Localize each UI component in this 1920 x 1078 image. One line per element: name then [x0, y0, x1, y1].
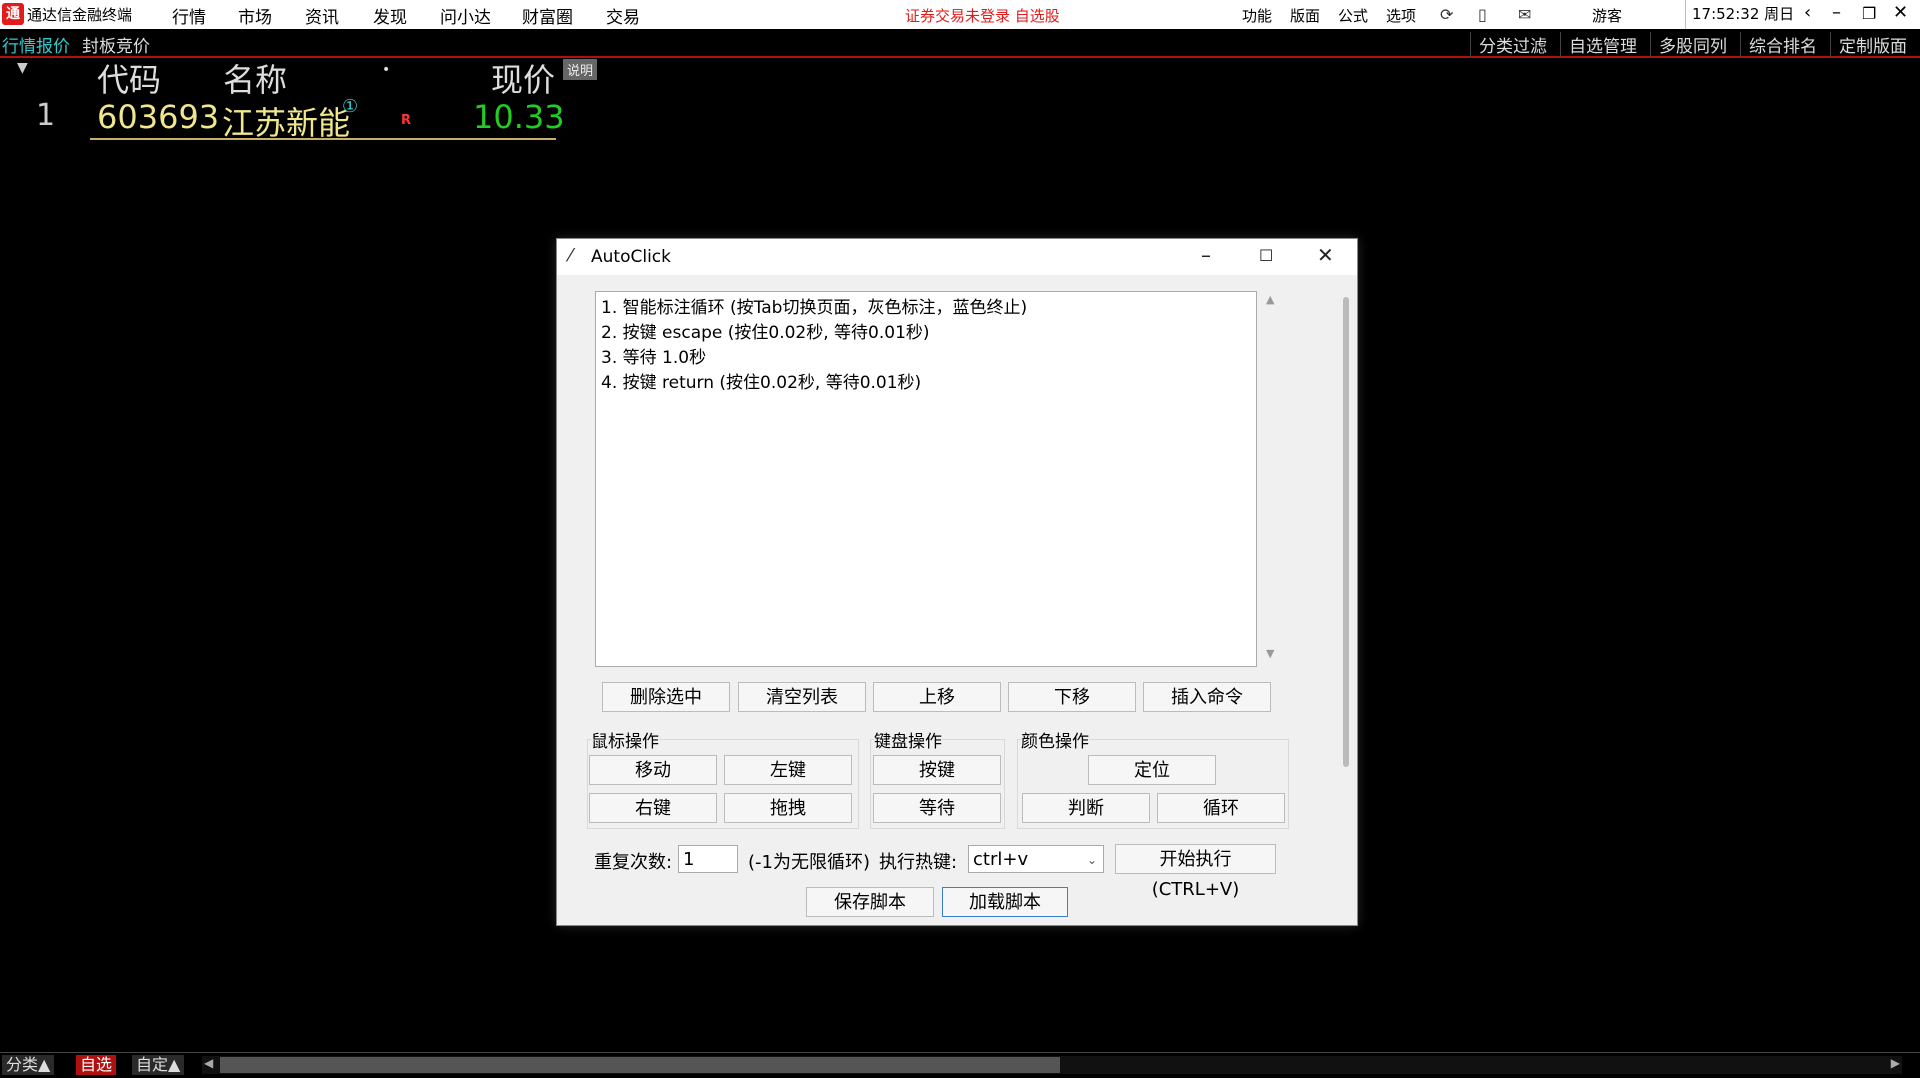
scroll-right-icon[interactable]: ▶: [1891, 1056, 1900, 1070]
dialog-maximize-icon[interactable]: ☐: [1259, 246, 1273, 265]
delete-selected-button[interactable]: 删除选中: [602, 682, 730, 712]
stock-marker: ①: [342, 96, 359, 117]
dialog-title: AutoClick: [591, 247, 671, 267]
tab-ranking[interactable]: 综合排名: [1740, 32, 1825, 57]
scroll-left-icon[interactable]: ◀: [204, 1056, 213, 1070]
clock: 17:52:32 周日: [1685, 0, 1794, 29]
dialog-minimize-icon[interactable]: –: [1201, 243, 1211, 267]
tab-watchlist[interactable]: 自选: [76, 1055, 117, 1075]
minimize-icon[interactable]: –: [1832, 2, 1841, 23]
scroll-thumb[interactable]: [220, 1057, 1060, 1073]
tab-quote[interactable]: 行情报价: [2, 32, 70, 57]
horizontal-scrollbar[interactable]: ◀ ▶: [202, 1056, 1902, 1074]
command-item[interactable]: 4. 按键 return (按住0.02秒, 等待0.01秒): [601, 368, 921, 393]
move-up-button[interactable]: 上移: [873, 682, 1001, 712]
dialog-close-icon[interactable]: ✕: [1317, 243, 1334, 267]
sort-dropdown-icon[interactable]: ▼: [17, 60, 28, 76]
scroll-down-icon[interactable]: ▼: [1266, 647, 1274, 660]
refresh-icon[interactable]: ⟳: [1440, 5, 1453, 24]
menu-zixun[interactable]: 资讯: [305, 3, 339, 28]
keypress-button[interactable]: 按键: [873, 755, 1001, 785]
menu-caifuquan[interactable]: 财富圈: [522, 3, 573, 28]
tab-category[interactable]: 分类▲: [2, 1055, 55, 1075]
command-list[interactable]: 1. 智能标注循环 (按Tab切换页面，灰色标注，蓝色终止) 2. 按键 esc…: [595, 291, 1257, 667]
hotkey-label: 执行热键:: [879, 852, 958, 873]
mouse-group-label: 鼠标操作: [591, 727, 659, 752]
locate-button[interactable]: 定位: [1088, 755, 1216, 785]
restore-icon[interactable]: ❐: [1862, 4, 1876, 23]
menu-gongshi[interactable]: 公式: [1338, 5, 1368, 26]
explain-badge[interactable]: 说明: [563, 59, 598, 80]
app-title: 通达信金融终端: [27, 6, 133, 24]
judge-button[interactable]: 判断: [1022, 793, 1150, 823]
wait-button[interactable]: 等待: [873, 793, 1001, 823]
tab-custom[interactable]: 自定▲: [132, 1055, 185, 1075]
scroll-up-icon[interactable]: ▲: [1266, 293, 1274, 306]
load-script-button[interactable]: 加载脚本: [942, 887, 1068, 917]
save-script-button[interactable]: 保存脚本: [806, 887, 934, 917]
command-item[interactable]: 2. 按键 escape (按住0.02秒, 等待0.01秒): [601, 318, 930, 343]
row-index: 1: [36, 98, 56, 133]
tab-multi-stock[interactable]: 多股同列: [1650, 32, 1735, 57]
stock-flag: R: [401, 113, 412, 128]
trade-login-status[interactable]: 证券交易未登录 自选股: [905, 5, 1060, 26]
tab-category-filter[interactable]: 分类过滤: [1470, 32, 1555, 57]
menu-shichang[interactable]: 市场: [238, 3, 272, 28]
tab-watchlist-manage[interactable]: 自选管理: [1560, 32, 1645, 57]
header-dot: •: [382, 62, 391, 78]
user-name[interactable]: 游客: [1592, 5, 1622, 26]
autoclick-dialog: ⁄ AutoClick – ☐ ✕ 1. 智能标注循环 (按Tab切换页面，灰色…: [556, 238, 1358, 926]
view-tab-bar: 行情报价 封板竞价 分类过滤 自选管理 多股同列 综合排名 定制版面: [0, 29, 1920, 58]
right-click-button[interactable]: 右键: [589, 793, 717, 823]
close-icon[interactable]: ✕: [1893, 2, 1908, 23]
command-list-scrollbar[interactable]: ▲ ▼: [1263, 291, 1281, 665]
clear-list-button[interactable]: 清空列表: [738, 682, 866, 712]
keyboard-group-label: 键盘操作: [874, 727, 942, 752]
command-item[interactable]: 1. 智能标注循环 (按Tab切换页面，灰色标注，蓝色终止): [601, 293, 1027, 318]
dialog-titlebar[interactable]: ⁄ AutoClick – ☐ ✕: [557, 239, 1357, 275]
menu-faxian[interactable]: 发现: [373, 3, 407, 28]
header-price[interactable]: 现价: [491, 55, 555, 101]
dialog-scrollbar[interactable]: [1343, 297, 1349, 767]
start-execution-button[interactable]: 开始执行(CTRL+V): [1115, 844, 1276, 900]
menu-gongneng[interactable]: 功能: [1242, 5, 1272, 26]
repeat-count-input[interactable]: 1: [678, 845, 738, 873]
color-group-label: 颜色操作: [1021, 727, 1089, 752]
tab-custom-layout[interactable]: 定制版面: [1830, 32, 1915, 57]
repeat-hint: (-1为无限循环): [748, 852, 870, 873]
insert-command-button[interactable]: 插入命令: [1143, 682, 1271, 712]
hotkey-select[interactable]: ctrl+v ⌄: [968, 845, 1104, 873]
phone-icon[interactable]: ▯: [1478, 5, 1487, 24]
hotkey-value: ctrl+v: [973, 849, 1029, 870]
menu-hangqing[interactable]: 行情: [172, 3, 206, 28]
menu-wenxiaoda[interactable]: 问小达: [440, 3, 491, 28]
command-item[interactable]: 3. 等待 1.0秒: [601, 343, 706, 368]
back-icon[interactable]: ‹: [1804, 2, 1811, 23]
stock-price: 10.33: [473, 98, 565, 136]
title-bar: 通 通达信金融终端 行情 市场 资讯 发现 问小达 财富圈 交易 证券交易未登录…: [0, 0, 1920, 29]
menu-banmian[interactable]: 版面: [1290, 5, 1320, 26]
left-click-button[interactable]: 左键: [724, 755, 852, 785]
feather-icon: ⁄: [569, 245, 573, 266]
mouse-move-button[interactable]: 移动: [589, 755, 717, 785]
bottom-tab-bar: 分类▲ 自选 自定▲ ◀ ▶: [0, 1052, 1920, 1078]
chevron-down-icon[interactable]: ⌄: [1087, 846, 1097, 874]
drag-button[interactable]: 拖拽: [724, 793, 852, 823]
mail-icon[interactable]: ✉: [1518, 5, 1531, 24]
stock-code[interactable]: 603693: [97, 98, 219, 136]
loop-button[interactable]: 循环: [1157, 793, 1285, 823]
app-logo: 通: [2, 3, 24, 25]
repeat-count-label: 重复次数:: [594, 852, 673, 873]
row-selection-line: [90, 138, 556, 140]
menu-jiaoyi[interactable]: 交易: [606, 3, 640, 28]
move-down-button[interactable]: 下移: [1008, 682, 1136, 712]
menu-xuanxiang[interactable]: 选项: [1386, 5, 1416, 26]
header-name[interactable]: 名称: [223, 55, 287, 101]
tab-auction[interactable]: 封板竞价: [82, 32, 150, 57]
header-code[interactable]: 代码: [97, 55, 161, 101]
